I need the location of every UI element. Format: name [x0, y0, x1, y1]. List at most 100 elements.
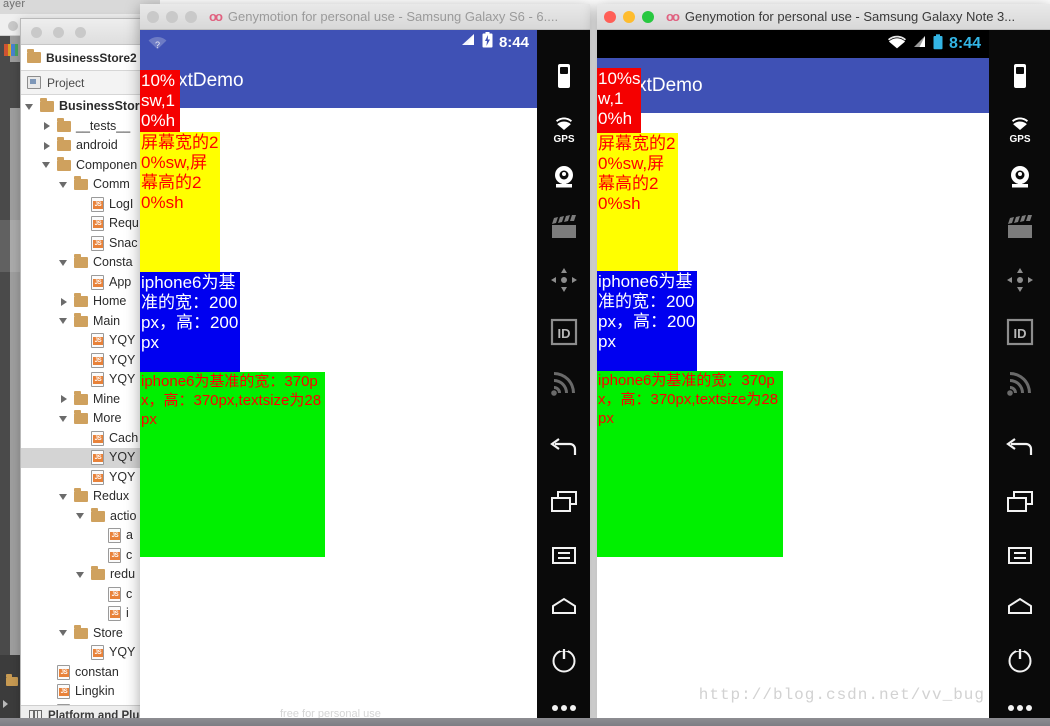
emulator-left-titlebar[interactable]: oo Genymotion for personal use - Samsung… — [140, 4, 590, 30]
ide-maximize-button[interactable] — [75, 27, 86, 38]
emulator-window-galaxy-s6[interactable]: oo Genymotion for personal use - Samsung… — [140, 4, 590, 726]
tree-row-label: constan — [75, 664, 119, 679]
chevron-down-icon[interactable] — [76, 511, 86, 521]
emulator-window-galaxy-note3[interactable]: oo Genymotion for personal use - Samsung… — [597, 4, 1050, 726]
gps-icon[interactable]: GPS — [544, 108, 584, 148]
chevron-down-icon[interactable] — [59, 180, 69, 190]
red-box-left: 10%sw,10%h — [140, 70, 180, 132]
home-icon[interactable] — [544, 586, 584, 626]
camera-icon[interactable] — [544, 158, 584, 198]
emulator-left-maximize-button[interactable] — [185, 10, 197, 23]
chevron-down-icon[interactable] — [59, 258, 69, 268]
svg-text:GPS: GPS — [553, 134, 574, 143]
tree-row-label: App — [109, 274, 132, 289]
chevron-down-icon[interactable] — [59, 628, 69, 638]
ide-close-button[interactable] — [31, 27, 42, 38]
tree-row-label: Comm — [93, 177, 130, 192]
chevron-right-icon[interactable] — [59, 297, 69, 307]
chevron-down-icon[interactable] — [59, 316, 69, 326]
signal-strength-icon[interactable] — [1000, 364, 1040, 404]
menu-icon[interactable] — [544, 536, 584, 576]
yellow-box-left: 屏幕宽的20%sw,屏幕高的20%sh — [140, 132, 220, 272]
chevron-down-icon[interactable] — [76, 570, 86, 580]
tree-row-label: Redux — [93, 489, 130, 504]
green-box-text-left: iphone6为基准的宽：370px，高：370px,textsize为28px — [141, 373, 322, 428]
chevron-down-icon[interactable] — [59, 414, 69, 424]
tree-row-label: android — [76, 138, 118, 153]
android-status-bar-right: 8:44 — [597, 30, 989, 58]
folder-icon — [91, 566, 105, 581]
back-icon[interactable] — [544, 428, 584, 468]
video-icon[interactable] — [544, 208, 584, 248]
device-toolbar-left[interactable]: GPS ID — [537, 30, 590, 726]
power-icon[interactable] — [544, 640, 584, 680]
chevron-right-icon[interactable] — [42, 141, 52, 151]
emulator-left-minimize-button[interactable] — [166, 10, 178, 23]
chevron-down-icon[interactable] — [59, 492, 69, 502]
emulator-right-minimize-button[interactable] — [623, 10, 635, 23]
chevron-down-icon[interactable] — [42, 160, 52, 170]
battery-icon[interactable] — [544, 56, 584, 96]
id-icon[interactable]: ID — [544, 312, 584, 352]
chevron-down-icon[interactable] — [25, 102, 35, 112]
green-box-text-right: iphone6为基准的宽：370px，高：370px,textsize为28px — [598, 372, 779, 427]
js-file-icon — [91, 333, 104, 349]
genymotion-logo-icon: oo — [209, 9, 223, 24]
recents-icon[interactable] — [1000, 482, 1040, 522]
emulator-right-maximize-button[interactable] — [642, 10, 654, 23]
status-bar-clock-right: 8:44 — [948, 35, 981, 52]
js-file-icon — [57, 684, 70, 700]
back-icon[interactable] — [1000, 428, 1040, 468]
battery-icon — [933, 33, 943, 55]
power-icon[interactable] — [1000, 640, 1040, 680]
emulator-left-close-button[interactable] — [147, 10, 159, 23]
emulator-right-screen[interactable]: 8:44 TextDemo 10%sw,10%h 屏幕宽的20%sw,屏幕高的2… — [597, 30, 989, 726]
emulator-right-close-button[interactable] — [604, 10, 616, 23]
js-file-icon — [91, 372, 104, 388]
recents-icon[interactable] — [544, 482, 584, 522]
chevron-right-icon[interactable] — [59, 394, 69, 404]
tree-row-label: Home — [93, 294, 127, 309]
dpad-icon[interactable] — [544, 260, 584, 300]
tree-row-label: a — [126, 528, 133, 543]
svg-text:GPS: GPS — [1009, 134, 1030, 143]
tree-row-label: YQY — [109, 469, 136, 484]
tree-row-label: YQY — [109, 645, 136, 660]
android-status-bar-left: ? 8:44 — [140, 30, 537, 54]
green-box-right: iphone6为基准的宽：370px，高：370px,textsize为28px — [597, 371, 783, 557]
signal-strength-icon[interactable] — [544, 364, 584, 404]
svg-text:?: ? — [155, 40, 160, 50]
blue-box-text-right: iphone6为基准的宽：200px，高：200px — [598, 272, 696, 352]
tree-row-label: actio — [110, 508, 137, 523]
chevron-right-icon[interactable] — [42, 121, 52, 131]
background-dot-1 — [8, 21, 18, 31]
js-file-icon — [91, 645, 104, 661]
gps-icon[interactable]: GPS — [1000, 108, 1040, 148]
emulator-left-screen[interactable]: ? 8:44 TextDemo 10%sw,10%h 屏幕宽的20%sw,屏幕高… — [140, 30, 537, 726]
js-file-icon — [108, 528, 121, 544]
video-icon[interactable] — [1000, 208, 1040, 248]
menu-icon[interactable] — [1000, 536, 1040, 576]
id-icon[interactable]: ID — [1000, 312, 1040, 352]
folder-icon — [57, 117, 71, 132]
battery-icon[interactable] — [1000, 56, 1040, 96]
home-icon[interactable] — [1000, 586, 1040, 626]
tree-row-label: YQY — [109, 372, 136, 387]
device-toolbar-right[interactable]: GPS ID — [989, 30, 1050, 726]
ide-minimize-button[interactable] — [53, 27, 64, 38]
camera-icon[interactable] — [1000, 158, 1040, 198]
folder-icon — [74, 390, 88, 405]
js-file-icon — [91, 430, 104, 446]
folder-icon — [74, 624, 88, 639]
emulator-right-titlebar[interactable]: oo Genymotion for personal use - Samsung… — [597, 4, 1050, 30]
js-file-icon — [57, 664, 70, 680]
tree-row-label: Mine — [93, 391, 121, 406]
dpad-icon[interactable] — [1000, 260, 1040, 300]
red-box-text-left: 10%sw,10%h — [141, 71, 176, 131]
green-box-left: iphone6为基准的宽：370px，高：370px,textsize为28px — [140, 372, 325, 557]
